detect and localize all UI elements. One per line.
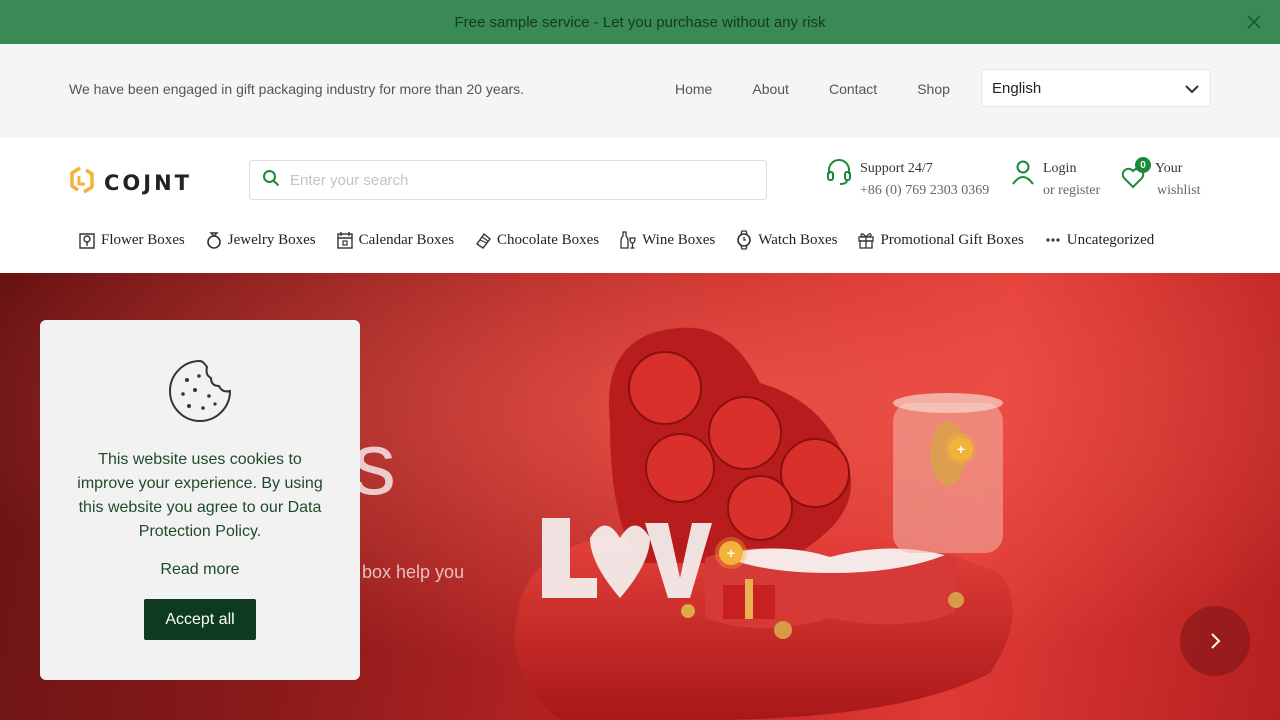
category-label: Chocolate Boxes	[497, 231, 600, 248]
search-input[interactable]	[290, 171, 730, 189]
tagline: We have been engaged in gift packaging i…	[69, 81, 525, 97]
calendar-icon	[336, 232, 353, 249]
product-hotspot[interactable]: +	[949, 437, 973, 461]
wishlist-count-badge: 0	[1135, 157, 1151, 173]
read-more-link[interactable]: Read more	[40, 561, 360, 579]
category-uncategorized[interactable]: Uncategorized	[1044, 230, 1154, 250]
user-icon	[1011, 158, 1035, 191]
category-nav: Flower Boxes Jewelry Boxes Calendar Boxe…	[78, 230, 1174, 250]
promo-text: Free sample service - Let you purchase w…	[454, 13, 826, 31]
support-phone: +86 (0) 769 2303 0369	[860, 183, 990, 198]
hero-subtitle: t box help you	[352, 562, 465, 582]
category-jewelry-boxes[interactable]: Jewelry Boxes	[205, 230, 316, 250]
category-promotional-gift-boxes[interactable]: Promotional Gift Boxes	[857, 230, 1024, 250]
headset-icon	[826, 158, 852, 191]
more-icon	[1046, 238, 1060, 242]
main-header: COJNT Support 24/7 +86 (0) 769 2303 0369…	[0, 138, 1280, 273]
wishlist-line1: Your	[1155, 161, 1183, 176]
wishlist-line2: wishlist	[1157, 183, 1201, 198]
top-bar: We have been engaged in gift packaging i…	[0, 44, 1280, 138]
gift-icon	[858, 233, 875, 249]
next-slide-button[interactable]	[1180, 606, 1250, 676]
promo-bar: Free sample service - Let you purchase w…	[0, 0, 1280, 44]
category-watch-boxes[interactable]: Watch Boxes	[735, 230, 837, 250]
logo-text: COJNT	[104, 170, 192, 195]
cookie-message: This website uses cookies to improve you…	[77, 451, 323, 540]
category-label: Calendar Boxes	[358, 231, 455, 248]
watch-icon	[737, 230, 752, 250]
wine-icon	[620, 231, 636, 249]
category-label: Jewelry Boxes	[227, 231, 316, 248]
category-flower-boxes[interactable]: Flower Boxes	[78, 230, 185, 250]
logo-icon	[68, 165, 96, 200]
heart-icon: 0	[1121, 157, 1151, 189]
nav-about[interactable]: About	[752, 81, 789, 97]
accept-all-button[interactable]: Accept all	[144, 599, 256, 640]
category-label: Uncategorized	[1066, 231, 1155, 248]
top-nav: Home About Contact Shop	[675, 81, 990, 97]
ring-icon	[206, 232, 221, 249]
chevron-down-icon	[1184, 81, 1200, 97]
search-icon[interactable]	[262, 169, 280, 192]
category-label: Watch Boxes	[758, 231, 838, 248]
flower-icon	[79, 233, 95, 249]
wishlist-block[interactable]: 0 Your wishlist	[1121, 157, 1201, 202]
support-block[interactable]: Support 24/7 +86 (0) 769 2303 0369	[826, 158, 989, 202]
close-icon[interactable]	[1244, 12, 1264, 32]
category-label: Flower Boxes	[101, 231, 185, 248]
logo[interactable]: COJNT	[68, 165, 192, 200]
chevron-right-icon	[1211, 633, 1221, 649]
account-block[interactable]: Login or register	[1011, 158, 1100, 202]
language-select[interactable]: English	[981, 69, 1211, 107]
search-box[interactable]	[249, 160, 767, 200]
category-calendar-boxes[interactable]: Calendar Boxes	[336, 230, 454, 250]
cookie-icon	[167, 358, 233, 429]
language-value: English	[992, 79, 1042, 97]
nav-home[interactable]: Home	[675, 81, 712, 97]
nav-shop[interactable]: Shop	[917, 81, 950, 97]
product-hotspot[interactable]: +	[719, 541, 743, 565]
login-link[interactable]: Login	[1043, 158, 1100, 180]
category-wine-boxes[interactable]: Wine Boxes	[619, 230, 715, 250]
register-link[interactable]: or register	[1043, 180, 1100, 202]
support-title: Support 24/7	[860, 161, 933, 176]
category-chocolate-boxes[interactable]: Chocolate Boxes	[474, 230, 599, 250]
category-label: Promotional Gift Boxes	[880, 231, 1024, 248]
nav-contact[interactable]: Contact	[829, 81, 877, 97]
category-label: Wine Boxes	[642, 231, 716, 248]
cookie-consent-dialog: This website uses cookies to improve you…	[40, 320, 360, 680]
chocolate-icon	[476, 232, 492, 249]
